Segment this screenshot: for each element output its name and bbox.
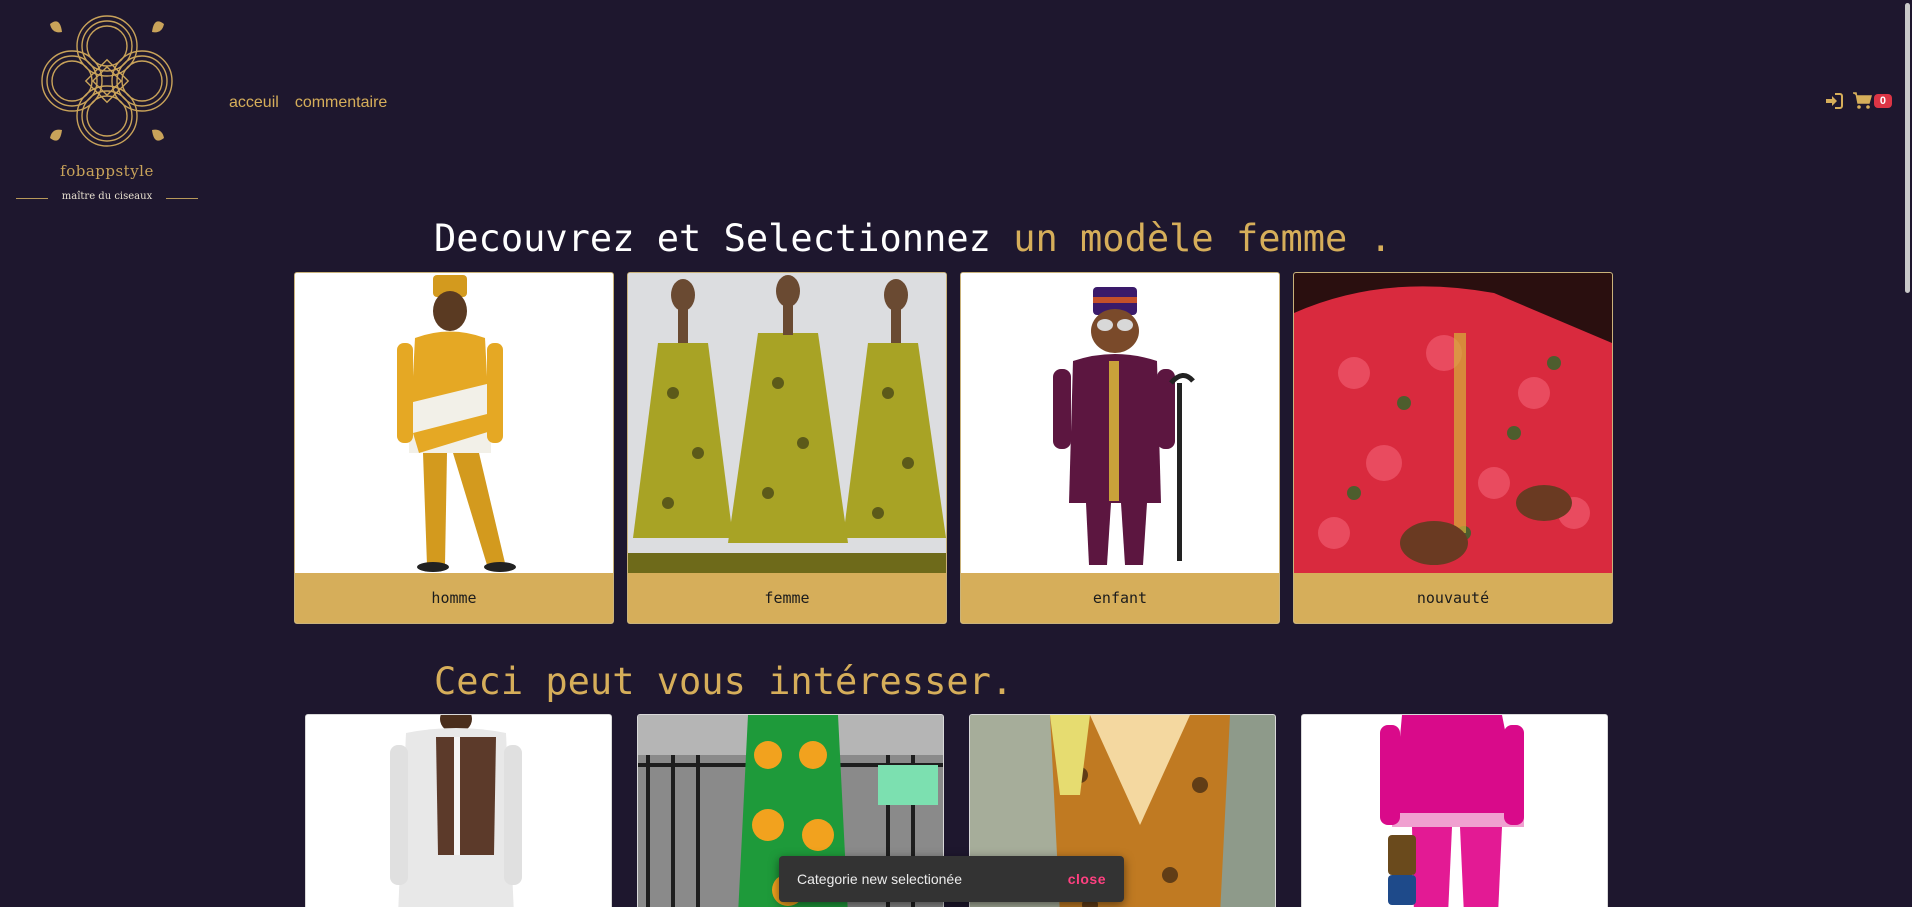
cart-count-badge: 0 (1873, 94, 1892, 108)
tagline-divider-right (166, 198, 198, 199)
suggestions-heading: Ceci peut vous intéresser. (434, 660, 1014, 703)
snackbar: Categorie new selectionée close (779, 856, 1124, 902)
category-card-enfant[interactable]: enfant (960, 272, 1280, 624)
cart-button[interactable]: 0 (1852, 92, 1892, 110)
header-actions: 0 (1825, 92, 1892, 110)
category-cards: homme femme enfant nouvauté (294, 272, 1613, 624)
category-image-femme (628, 273, 946, 573)
category-card-femme[interactable]: femme (627, 272, 947, 624)
category-label-homme: homme (295, 573, 613, 623)
snackbar-message: Categorie new selectionée (797, 871, 962, 887)
category-image-nouvaute (1294, 273, 1612, 573)
snackbar-close-button[interactable]: close (1068, 871, 1106, 887)
scrollbar-thumb[interactable] (1905, 3, 1910, 293)
sign-in-icon (1825, 93, 1843, 109)
product-image (306, 715, 611, 907)
brand-name: fobappstyle (60, 162, 154, 180)
category-card-nouvaute[interactable]: nouvauté (1293, 272, 1613, 624)
main-nav: acceuil commentaire (229, 94, 387, 112)
nav-link-acceuil[interactable]: acceuil (229, 94, 279, 112)
category-image-enfant (961, 273, 1279, 573)
heading-prefix: Decouvrez et Selectionnez (434, 217, 1014, 260)
category-label-enfant: enfant (961, 573, 1279, 623)
nav-link-commentaire[interactable]: commentaire (295, 94, 387, 112)
brand-tagline: maître du ciseaux (61, 191, 153, 202)
brand-tagline-row: maître du ciseaux (14, 191, 200, 205)
product-image (1302, 715, 1607, 907)
heading-highlight: un modèle femme . (1013, 217, 1392, 260)
brand-logo[interactable]: fobappstyle maître du ciseaux (14, 6, 200, 206)
category-label-nouvaute: nouvauté (1294, 573, 1612, 623)
login-button[interactable] (1825, 93, 1843, 109)
page: fobappstyle maître du ciseaux acceuil co… (0, 0, 1912, 907)
category-image-homme (295, 273, 613, 573)
page-scrollbar[interactable] (1902, 0, 1912, 907)
discover-heading: Decouvrez et Selectionnez un modèle femm… (434, 217, 1392, 260)
category-label-femme: femme (628, 573, 946, 623)
product-card[interactable] (305, 714, 612, 907)
product-card[interactable] (1301, 714, 1608, 907)
cart-icon (1852, 92, 1872, 109)
category-card-homme[interactable]: homme (294, 272, 614, 624)
knot-logo-icon (41, 15, 173, 147)
